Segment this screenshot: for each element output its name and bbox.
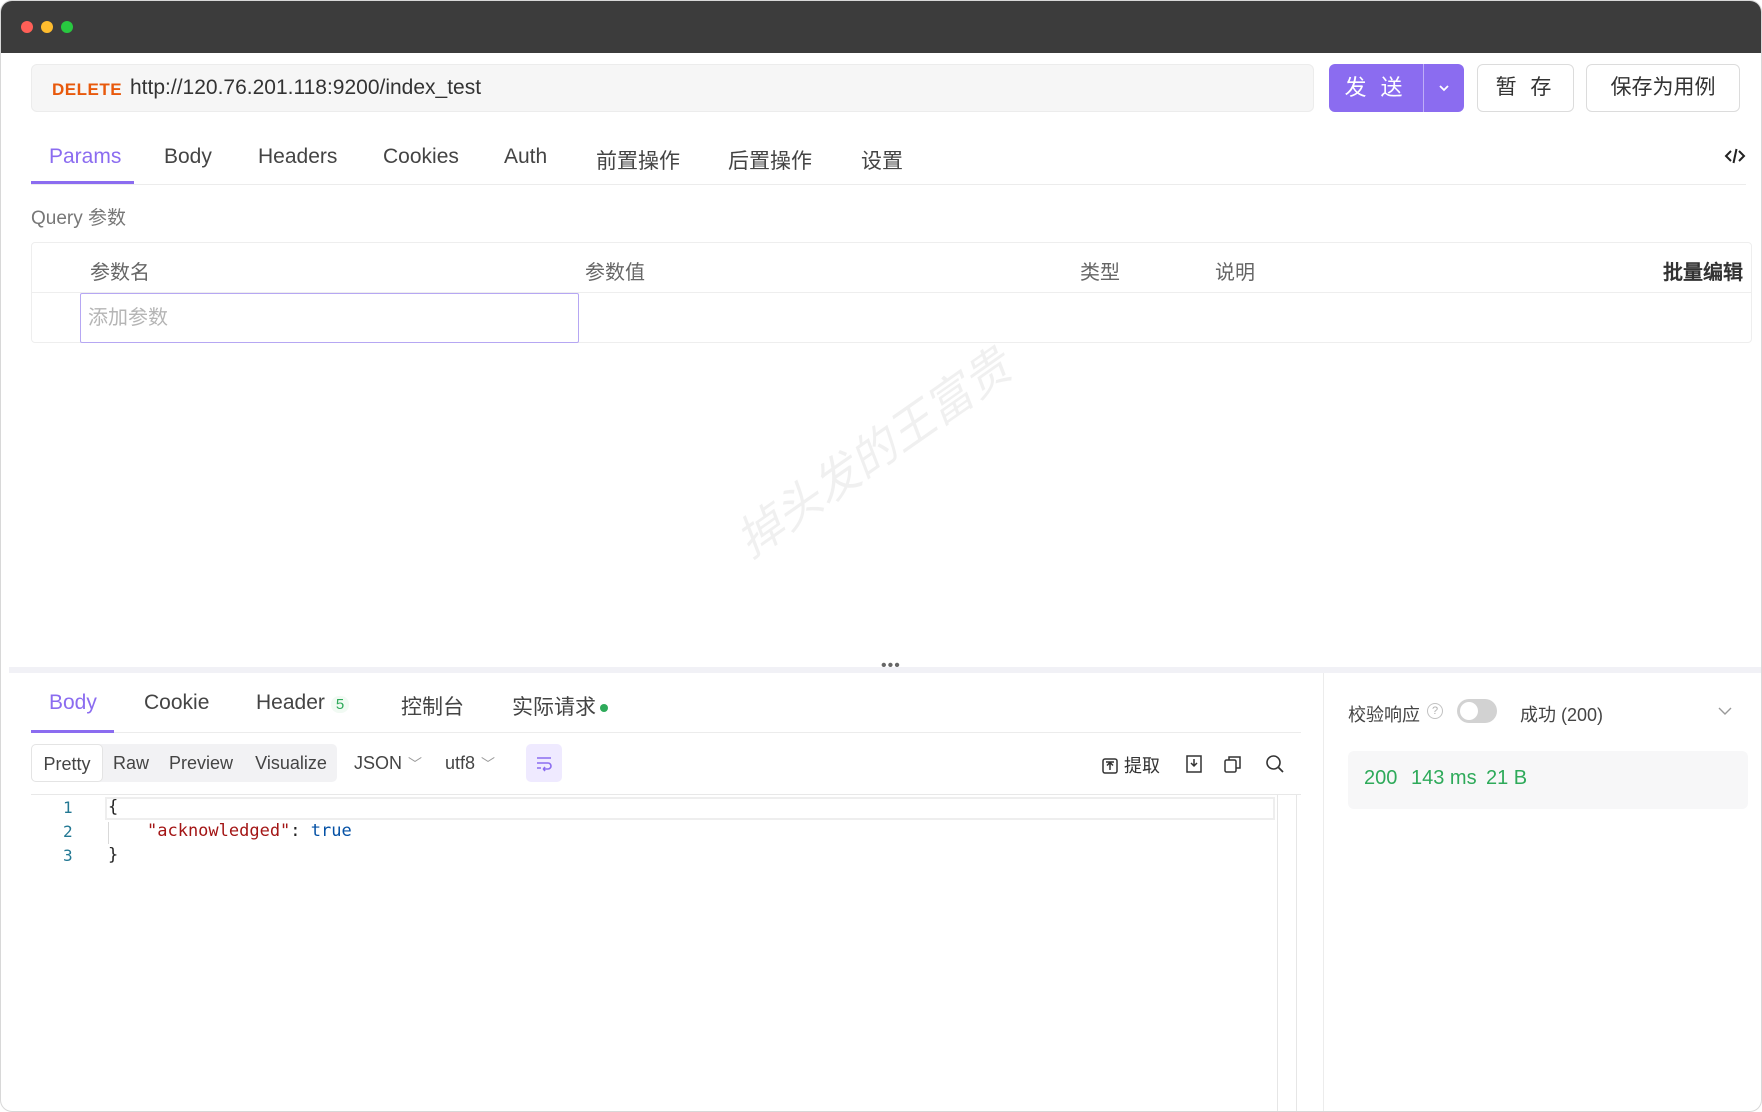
json-key: "acknowledged" xyxy=(147,821,291,841)
tab-post-processors[interactable]: 后置操作 xyxy=(728,145,812,175)
title-bar xyxy=(1,1,1761,53)
response-validation-panel: 校验响应 ? 成功 (200) 200 143 ms 21 B xyxy=(1323,673,1761,1111)
response-tab-console[interactable]: 控制台 xyxy=(401,691,464,721)
code-line-2: "acknowledged": true xyxy=(147,821,352,841)
maximize-window-button[interactable] xyxy=(61,21,73,33)
app-window: DELETE 发 送 暂 存 保存为用例 Params Body Headers… xyxy=(0,0,1762,1112)
response-tab-actual-request[interactable]: 实际请求 xyxy=(512,691,608,721)
response-tab-cookie[interactable]: Cookie xyxy=(144,691,209,715)
response-tab-header[interactable]: Header 5 xyxy=(256,691,350,715)
editor-scrollbar[interactable] xyxy=(1277,795,1297,1111)
extract-icon xyxy=(1102,758,1118,774)
url-bar: DELETE xyxy=(31,64,1314,112)
save-as-case-button[interactable]: 保存为用例 xyxy=(1586,64,1740,112)
line-number: 2 xyxy=(63,822,73,841)
extract-label: 提取 xyxy=(1124,756,1160,776)
tab-settings[interactable]: 设置 xyxy=(861,145,903,175)
view-visualize[interactable]: Visualize xyxy=(246,744,336,782)
tab-params[interactable]: Params xyxy=(49,145,121,169)
json-value: true xyxy=(310,821,352,841)
response-time: 143 ms xyxy=(1411,767,1477,789)
column-header-name: 参数名 xyxy=(90,262,150,284)
save-draft-button[interactable]: 暂 存 xyxy=(1477,64,1574,112)
search-icon[interactable] xyxy=(1264,752,1286,776)
format-value: JSON xyxy=(354,753,403,773)
code-line-3: } xyxy=(108,845,119,865)
indent-guide xyxy=(108,822,109,844)
code-line-1: { xyxy=(108,797,119,817)
table-header: 参数名 参数值 类型 说明 批量编辑 xyxy=(32,243,1751,293)
bulk-edit-button[interactable]: 批量编辑 xyxy=(1663,256,1743,285)
encoding-value: utf8 xyxy=(445,753,476,773)
actual-request-label: 实际请求 xyxy=(512,696,596,719)
tab-headers[interactable]: Headers xyxy=(258,145,337,169)
response-toolbar: Pretty Raw Preview Visualize JSON ﹀ utf8 ﹀… xyxy=(31,744,1301,784)
chevron-down-icon xyxy=(1439,85,1449,92)
active-response-tab-indicator xyxy=(31,730,114,733)
method-selector[interactable]: DELETE xyxy=(52,80,122,100)
validate-response-label: 校验响应 xyxy=(1348,705,1420,725)
current-line-highlight xyxy=(105,797,1275,820)
query-params-label: Query 参数 xyxy=(31,208,127,229)
column-header-value: 参数值 xyxy=(585,262,645,284)
line-number: 1 xyxy=(63,798,73,817)
encoding-dropdown[interactable]: utf8 ﹀ xyxy=(445,744,495,782)
response-tab-body[interactable]: Body xyxy=(49,691,97,715)
query-params-table: 参数名 参数值 类型 说明 批量编辑 xyxy=(31,242,1752,343)
active-tab-indicator xyxy=(31,181,134,184)
toggle-knob xyxy=(1460,702,1478,720)
wrap-icon xyxy=(537,757,552,772)
response-metrics: 200 143 ms 21 B xyxy=(1348,751,1748,809)
view-raw[interactable]: Raw xyxy=(106,744,156,782)
minimize-window-button[interactable] xyxy=(41,21,53,33)
line-number: 3 xyxy=(63,846,73,865)
response-tab-header-label: Header xyxy=(256,691,325,714)
json-colon: : xyxy=(290,821,311,841)
header-count-badge: 5 xyxy=(330,696,350,713)
close-window-button[interactable] xyxy=(21,21,33,33)
tab-body[interactable]: Body xyxy=(164,145,212,169)
request-tabs: Params Body Headers Cookies Auth 前置操作 后置… xyxy=(31,131,1746,185)
tab-auth[interactable]: Auth xyxy=(504,145,547,169)
validate-response-toggle[interactable] xyxy=(1457,699,1497,723)
watermark: 掉头发的王富贵 xyxy=(726,339,1021,567)
view-pretty[interactable]: Pretty xyxy=(31,744,103,782)
chevron-down-icon: ﹀ xyxy=(481,756,496,772)
column-header-description: 说明 xyxy=(1215,262,1255,284)
column-header-type: 类型 xyxy=(1080,262,1120,284)
view-mode-segmented: Pretty Raw Preview Visualize xyxy=(31,744,337,782)
response-size: 21 B xyxy=(1486,767,1528,789)
tab-pre-processors[interactable]: 前置操作 xyxy=(596,145,680,175)
response-tabs: Body Cookie Header 5 控制台 实际请求 xyxy=(31,681,1301,733)
tab-cookies[interactable]: Cookies xyxy=(383,145,459,169)
url-input[interactable] xyxy=(130,65,1290,111)
view-preview[interactable]: Preview xyxy=(161,744,241,782)
extract-button[interactable]: 提取 xyxy=(1101,752,1160,778)
copy-icon[interactable] xyxy=(1222,752,1244,776)
wrap-toggle-button[interactable] xyxy=(526,744,562,782)
format-dropdown[interactable]: JSON ﹀ xyxy=(354,744,422,782)
status-dot-icon xyxy=(600,704,608,713)
chevron-down-icon[interactable] xyxy=(1717,703,1733,719)
status-code: 200 xyxy=(1364,767,1398,789)
code-icon[interactable] xyxy=(1724,145,1746,167)
download-icon[interactable] xyxy=(1183,752,1205,776)
chevron-down-icon: ﹀ xyxy=(408,756,423,772)
drag-handle-icon[interactable]: ••• xyxy=(881,658,901,674)
help-icon[interactable]: ? xyxy=(1427,703,1443,719)
send-button[interactable]: 发 送 xyxy=(1329,64,1422,112)
expected-status-select[interactable]: 成功 (200) xyxy=(1520,701,1603,727)
response-body-editor[interactable]: 1 2 3 { "acknowledged": true } xyxy=(31,794,1301,1111)
add-param-input[interactable] xyxy=(80,293,579,343)
line-number-gutter: 1 2 3 xyxy=(31,795,106,1111)
send-options-dropdown[interactable] xyxy=(1424,64,1464,112)
send-button-group: 发 送 xyxy=(1329,64,1464,112)
